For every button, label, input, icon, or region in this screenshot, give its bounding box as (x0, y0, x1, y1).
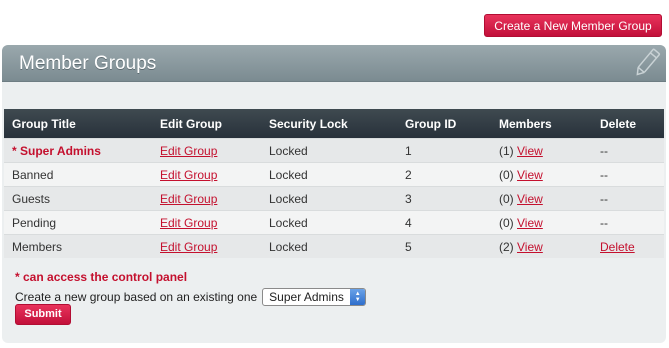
edit-group-link[interactable]: Edit Group (160, 144, 217, 158)
group-id-cell: 3 (397, 186, 491, 211)
edit-group-link[interactable]: Edit Group (160, 192, 217, 206)
member-count: (0) (499, 215, 514, 230)
table-row: Banned Edit Group Locked 2 (0) View -- (4, 162, 664, 187)
security-lock-cell: Locked (261, 186, 397, 211)
create-from-existing-label: Create a new group based on an existing … (15, 290, 258, 304)
base-group-select[interactable]: Super Admins ▲ ▼ (262, 288, 367, 306)
members-cell: (0) View (491, 186, 592, 211)
group-id-cell: 4 (397, 210, 491, 235)
submit-button[interactable]: Submit (15, 304, 71, 325)
base-group-select-value: Super Admins (269, 290, 344, 304)
delete-cell: -- (592, 138, 664, 163)
security-lock-cell: Locked (261, 138, 397, 163)
col-group-id: Group ID (405, 116, 457, 131)
view-members-link[interactable]: View (517, 240, 543, 254)
edit-group-link[interactable]: Edit Group (160, 240, 217, 254)
members-cell: (2) View (491, 234, 592, 258)
members-cell: (0) View (491, 210, 592, 235)
member-count: (0) (499, 191, 514, 206)
table-row: Members Edit Group Locked 5 (2) View Del… (4, 234, 664, 258)
page-title: Member Groups (19, 53, 157, 74)
group-id-cell: 1 (397, 138, 491, 163)
delete-cell: -- (592, 162, 664, 187)
group-title-cell: Pending (4, 210, 152, 235)
group-title-cell: Banned (4, 162, 152, 187)
view-members-link[interactable]: View (517, 216, 543, 230)
col-edit-group: Edit Group (160, 116, 222, 131)
group-title-cell: Members (4, 234, 152, 258)
edit-group-link[interactable]: Edit Group (160, 168, 217, 182)
member-groups-panel: Member Groups Group Title Edit Group Sec… (2, 45, 666, 343)
security-lock-cell: Locked (261, 210, 397, 235)
col-group-title: Group Title (12, 116, 76, 131)
col-delete: Delete (600, 116, 637, 131)
table-header-row: Group Title Edit Group Security Lock Gro… (4, 109, 664, 139)
group-id-cell: 2 (397, 162, 491, 187)
table-row: Guests Edit Group Locked 3 (0) View -- (4, 186, 664, 211)
view-members-link[interactable]: View (517, 168, 543, 182)
table-row: Pending Edit Group Locked 4 (0) View -- (4, 210, 664, 235)
security-lock-cell: Locked (261, 234, 397, 258)
group-id-cell: 5 (397, 234, 491, 258)
updown-arrows-icon: ▲ ▼ (350, 289, 366, 305)
delete-group-link[interactable]: Delete (600, 240, 635, 254)
members-cell: (1) View (491, 138, 592, 163)
col-security-lock: Security Lock (269, 116, 348, 131)
table-row: * Super Admins Edit Group Locked 1 (1) V… (4, 138, 664, 163)
group-title-cell: * Super Admins (4, 138, 152, 163)
edit-group-link[interactable]: Edit Group (160, 216, 217, 230)
member-count: (0) (499, 167, 514, 182)
member-count: (2) (499, 239, 514, 254)
members-cell: (0) View (491, 162, 592, 187)
create-member-group-button[interactable]: Create a New Member Group (484, 14, 662, 37)
security-lock-cell: Locked (261, 162, 397, 187)
view-members-link[interactable]: View (517, 192, 543, 206)
col-members: Members (499, 116, 552, 131)
member-groups-table: Group Title Edit Group Security Lock Gro… (4, 109, 664, 258)
view-members-link[interactable]: View (517, 144, 543, 158)
control-panel-note: * can access the control panel (15, 270, 188, 284)
delete-cell: -- (592, 186, 664, 211)
delete-cell: -- (592, 210, 664, 235)
delete-cell: Delete (592, 234, 664, 258)
group-title-cell: Guests (4, 186, 152, 211)
panel-header: Member Groups (2, 45, 666, 82)
member-count: (1) (499, 143, 514, 158)
pencil-icon (630, 47, 664, 82)
